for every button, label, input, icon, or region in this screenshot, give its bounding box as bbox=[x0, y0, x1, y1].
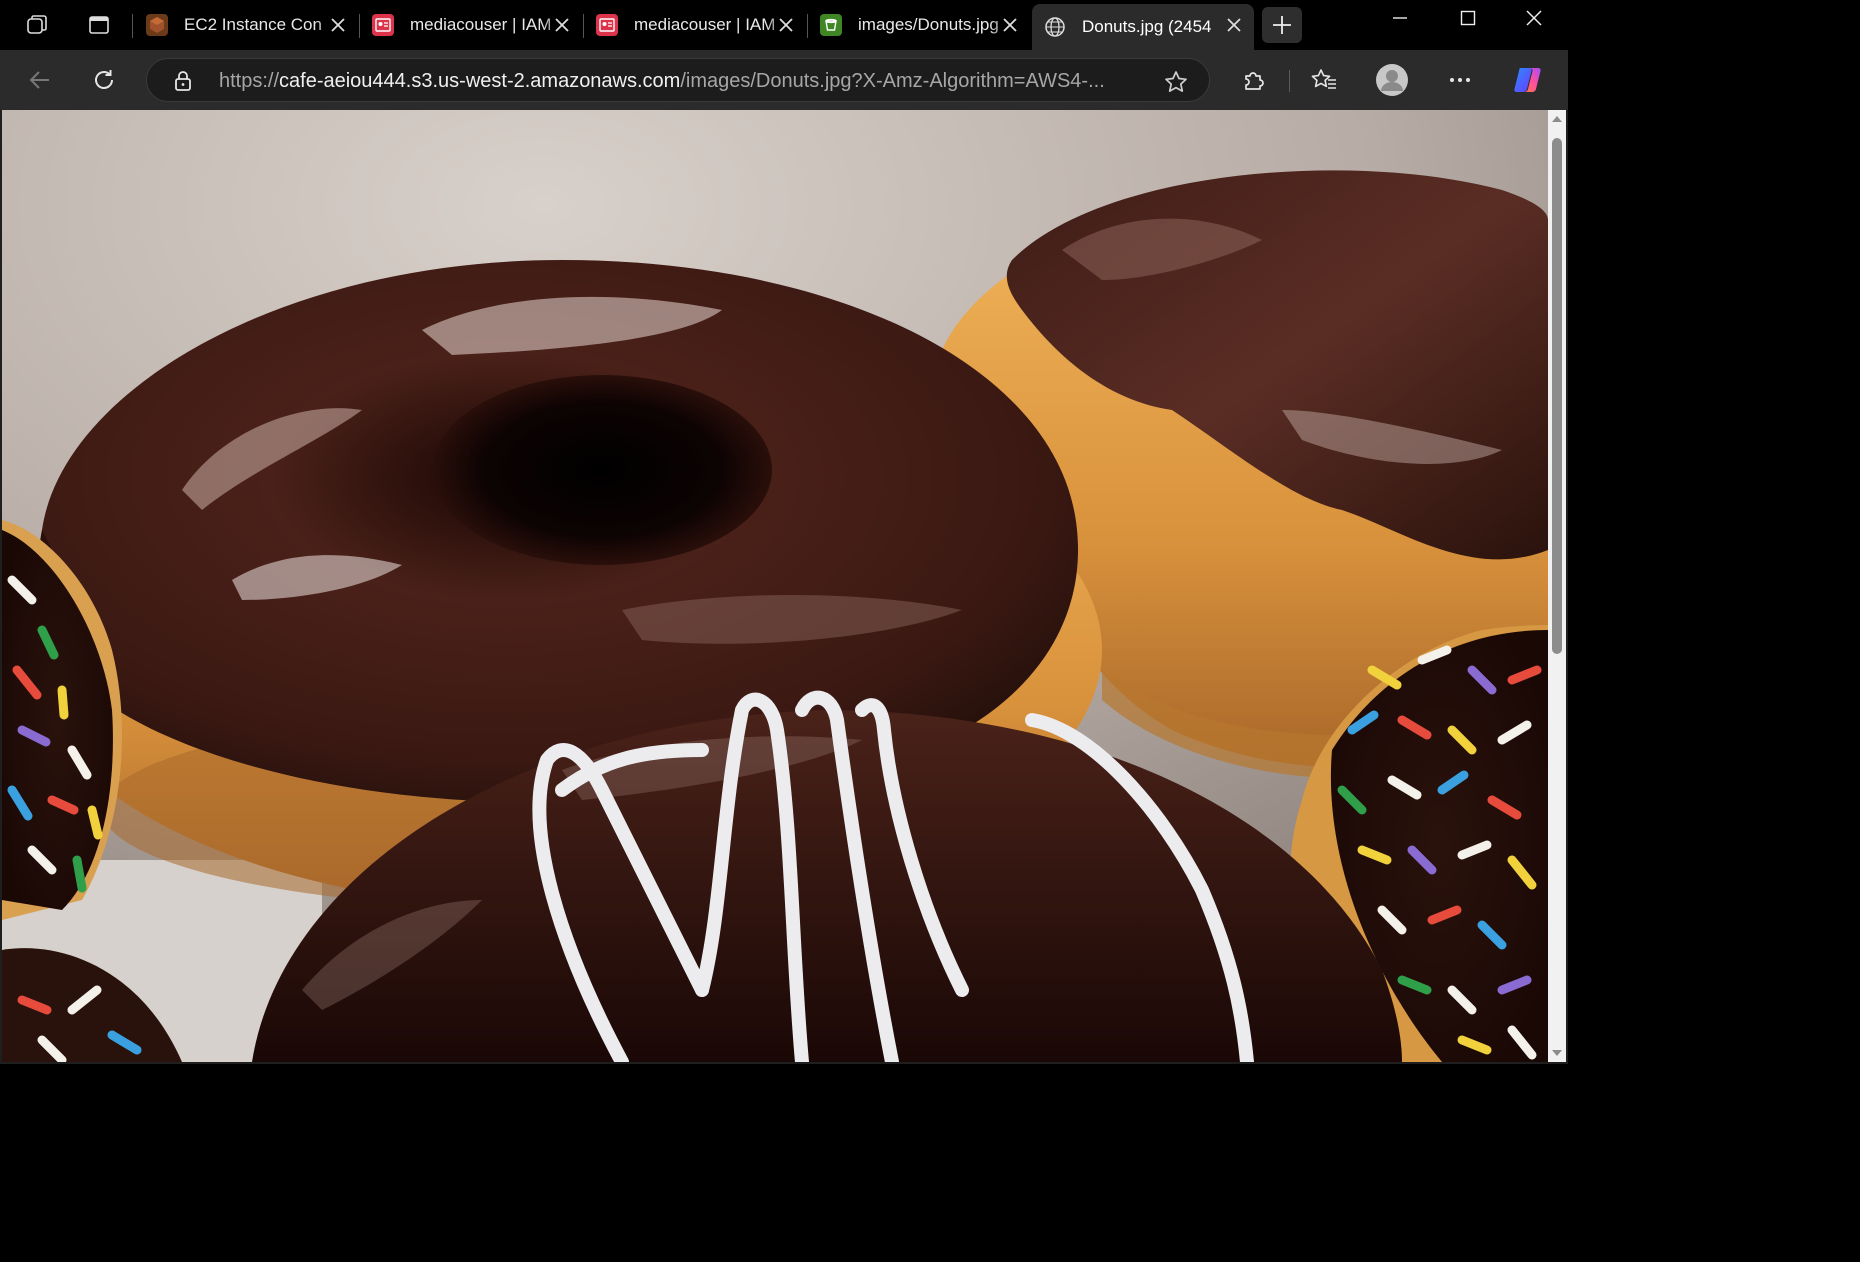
navigation-toolbar: https://cafe-aeiou444.s3.us-west-2.amazo… bbox=[0, 50, 1568, 110]
close-tab-icon[interactable] bbox=[1000, 15, 1020, 35]
tab-separator bbox=[132, 14, 133, 38]
maximize-icon bbox=[1460, 10, 1476, 26]
scroll-down-arrow-icon[interactable] bbox=[1552, 1050, 1562, 1056]
extensions-button[interactable] bbox=[1234, 60, 1274, 100]
tab-title: images/Donuts.jpg bbox=[858, 15, 999, 34]
new-tab-button[interactable] bbox=[1262, 7, 1302, 43]
close-tab-icon[interactable] bbox=[552, 15, 572, 35]
back-button[interactable] bbox=[20, 60, 60, 100]
close-tab-icon[interactable] bbox=[328, 15, 348, 35]
url-host: cafe-aeiou444.s3.us-west-2.amazonaws.com bbox=[279, 70, 681, 92]
tab-title: mediacouser | IAM bbox=[410, 15, 552, 34]
profile-button[interactable] bbox=[1372, 60, 1412, 100]
aws-s3-icon bbox=[820, 14, 842, 36]
avatar-icon bbox=[1376, 64, 1408, 96]
globe-icon bbox=[1044, 16, 1066, 38]
close-icon bbox=[1526, 10, 1542, 26]
more-dots-icon bbox=[1450, 78, 1470, 82]
copilot-icon bbox=[1514, 68, 1541, 92]
image-viewport[interactable] bbox=[2, 110, 1548, 1062]
url-scheme: https:// bbox=[219, 70, 280, 92]
refresh-button[interactable] bbox=[84, 60, 124, 100]
minimize-icon bbox=[1393, 17, 1407, 19]
tab-donuts-active[interactable]: Donuts.jpg (2454 bbox=[1032, 4, 1254, 50]
refresh-icon bbox=[95, 70, 113, 89]
tab-actions-icon[interactable] bbox=[78, 6, 120, 44]
aws-iam-icon bbox=[596, 14, 618, 36]
tab-title: EC2 Instance Con bbox=[184, 15, 322, 34]
scrollbar-thumb[interactable] bbox=[1552, 138, 1562, 654]
close-tab-icon[interactable] bbox=[776, 15, 796, 35]
tab-title: mediacouser | IAM bbox=[634, 15, 776, 34]
vertical-scrollbar[interactable] bbox=[1548, 110, 1566, 1062]
url-path: /images/Donuts.jpg?X-Amz-Algorithm=AWS4-… bbox=[680, 70, 1105, 92]
favorite-star-icon[interactable] bbox=[1163, 69, 1189, 95]
browser-window: EC2 Instance Con mediacouser | IAM media… bbox=[0, 0, 1568, 1064]
tab-ec2[interactable]: EC2 Instance Con bbox=[134, 4, 358, 46]
favorites-icon bbox=[1311, 69, 1336, 89]
tab-iam-1[interactable]: mediacouser | IAM bbox=[360, 4, 582, 46]
workspaces-icon[interactable] bbox=[16, 6, 58, 44]
tab-title: Donuts.jpg (2454 bbox=[1082, 17, 1212, 36]
favorites-button[interactable] bbox=[1304, 60, 1344, 100]
close-window-button[interactable] bbox=[1500, 0, 1568, 36]
tab-s3[interactable]: images/Donuts.jpg bbox=[808, 4, 1030, 46]
lock-icon[interactable] bbox=[171, 69, 195, 93]
minimize-button[interactable] bbox=[1366, 0, 1434, 36]
maximize-button[interactable] bbox=[1434, 0, 1502, 36]
aws-iam-icon bbox=[372, 14, 394, 36]
scroll-up-arrow-icon[interactable] bbox=[1552, 116, 1562, 122]
address-bar[interactable]: https://cafe-aeiou444.s3.us-west-2.amazo… bbox=[146, 58, 1210, 102]
aws-ec2-icon bbox=[146, 14, 168, 36]
settings-more-button[interactable] bbox=[1440, 60, 1480, 100]
puzzle-icon bbox=[1245, 72, 1264, 90]
copilot-button[interactable] bbox=[1508, 60, 1548, 100]
donuts-photo bbox=[2, 110, 1548, 1062]
back-arrow-icon bbox=[29, 71, 49, 89]
tab-strip: EC2 Instance Con mediacouser | IAM media… bbox=[0, 0, 1568, 50]
close-tab-icon[interactable] bbox=[1224, 15, 1244, 35]
plus-icon bbox=[1273, 16, 1291, 34]
url-text[interactable]: https://cafe-aeiou444.s3.us-west-2.amazo… bbox=[219, 70, 1139, 93]
tab-iam-2[interactable]: mediacouser | IAM bbox=[584, 4, 806, 46]
toolbar-separator bbox=[1289, 70, 1290, 92]
